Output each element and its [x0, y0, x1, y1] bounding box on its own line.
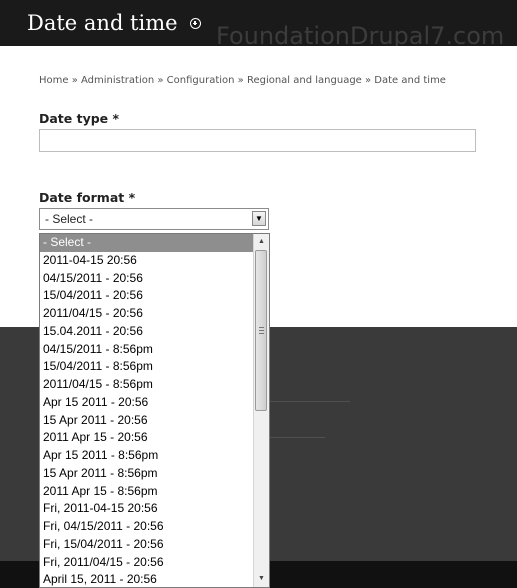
add-shortcut-icon[interactable] [190, 18, 201, 29]
dropdown-option[interactable]: 04/15/2011 - 8:56pm [40, 341, 253, 359]
grip-icon [259, 327, 264, 335]
dropdown-option[interactable]: 2011/04/15 - 20:56 [40, 305, 253, 323]
page-title: Date and time [27, 11, 178, 35]
dropdown-option[interactable]: 2011 Apr 15 - 8:56pm [40, 483, 253, 501]
dropdown-option[interactable]: Fri, 15/04/2011 - 20:56 [40, 536, 253, 554]
scroll-down-icon[interactable]: ▼ [254, 571, 269, 587]
select-value: - Select - [45, 212, 94, 226]
dropdown-option[interactable]: 15 Apr 2011 - 8:56pm [40, 465, 253, 483]
dropdown-option[interactable]: Apr 15 2011 - 20:56 [40, 394, 253, 412]
dropdown-scrollbar[interactable]: ▲ ▼ [253, 234, 269, 587]
date-format-label: Date format * [39, 190, 136, 205]
scroll-up-icon[interactable]: ▲ [254, 234, 269, 250]
dropdown-option[interactable]: 04/15/2011 - 20:56 [40, 270, 253, 288]
dropdown-option[interactable]: 15/04/2011 - 8:56pm [40, 358, 253, 376]
dropdown-option[interactable]: Fri, 04/15/2011 - 20:56 [40, 518, 253, 536]
dropdown-option[interactable]: 2011 Apr 15 - 20:56 [40, 429, 253, 447]
divider [270, 437, 325, 438]
dropdown-option[interactable]: 15.04.2011 - 20:56 [40, 323, 253, 341]
dropdown-option[interactable]: - Select - [40, 234, 253, 252]
dropdown-option[interactable]: 2011/04/15 - 8:56pm [40, 376, 253, 394]
dropdown-option[interactable]: 15/04/2011 - 20:56 [40, 287, 253, 305]
scroll-thumb[interactable] [255, 250, 267, 411]
date-type-label: Date type * [39, 111, 120, 126]
dropdown-option[interactable]: 15 Apr 2011 - 20:56 [40, 412, 253, 430]
dropdown-option[interactable]: Fri, 2011/04/15 - 20:56 [40, 554, 253, 572]
options-list: - Select -2011-04-15 20:56 04/15/2011 - 2… [40, 234, 253, 587]
dropdown-option[interactable]: Apr 15 2011 - 8:56pm [40, 447, 253, 465]
chevron-down-icon[interactable]: ▼ [252, 211, 266, 226]
breadcrumb: Home » Administration » Configuration » … [39, 75, 446, 86]
page-header: Date and time FoundationDrupal7.com [0, 0, 517, 46]
divider [270, 401, 350, 402]
dropdown-option[interactable]: April 15, 2011 - 20:56 [40, 571, 253, 587]
date-format-dropdown-list[interactable]: - Select -2011-04-15 20:56 04/15/2011 - 2… [39, 233, 270, 588]
dropdown-option[interactable]: Fri, 2011-04-15 20:56 [40, 500, 253, 518]
dropdown-option[interactable]: 2011-04-15 20:56 [40, 252, 253, 270]
date-format-select[interactable]: - Select - ▼ [39, 208, 269, 230]
date-type-input[interactable] [39, 129, 476, 152]
watermark: FoundationDrupal7.com [216, 22, 505, 46]
